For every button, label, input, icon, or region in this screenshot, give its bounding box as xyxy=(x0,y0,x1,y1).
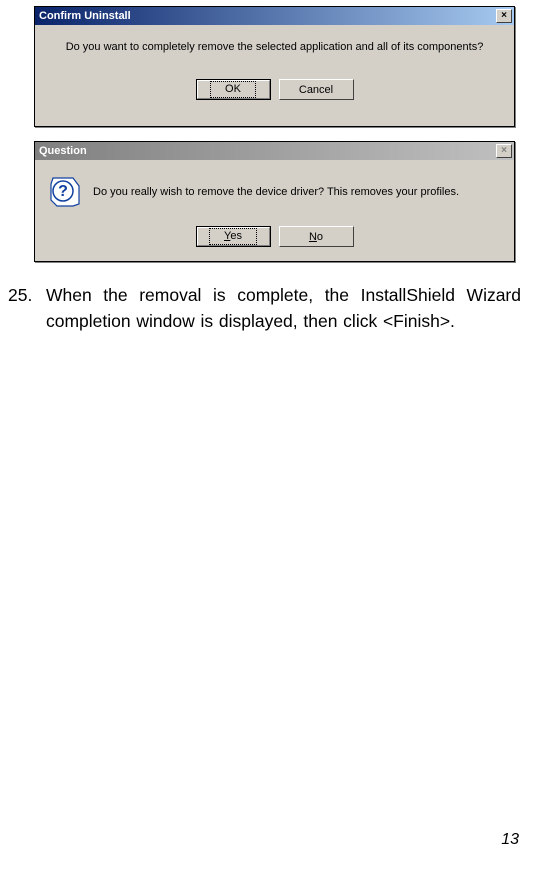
dialog-title: Confirm Uninstall xyxy=(39,10,496,22)
svg-text:?: ? xyxy=(58,183,68,200)
yes-button[interactable]: Yes xyxy=(196,226,271,247)
dialog-message: Do you really wish to remove the device … xyxy=(93,186,500,198)
close-icon[interactable]: × xyxy=(496,144,512,158)
no-button[interactable]: No xyxy=(279,226,354,247)
dialog-titlebar: Confirm Uninstall × xyxy=(35,7,514,25)
ok-button[interactable]: OK xyxy=(196,79,271,100)
dialog-message: Do you want to completely remove the sel… xyxy=(45,41,504,53)
question-icon: ? xyxy=(49,176,81,208)
close-icon[interactable]: × xyxy=(496,9,512,23)
question-dialog: Question × ? Do you really wish to remov… xyxy=(34,141,515,262)
instruction-step: 25. When the removal is complete, the In… xyxy=(0,276,549,335)
confirm-uninstall-dialog: Confirm Uninstall × Do you want to compl… xyxy=(34,6,515,127)
button-row: OK Cancel xyxy=(45,69,504,114)
cancel-button[interactable]: Cancel xyxy=(279,79,354,100)
dialog-titlebar: Question × xyxy=(35,142,514,160)
dialog-title: Question xyxy=(39,145,496,157)
step-number: 25. xyxy=(8,282,46,335)
step-text: When the removal is complete, the Instal… xyxy=(46,282,521,335)
button-row: Yes No xyxy=(35,216,514,261)
page-number: 13 xyxy=(501,831,519,849)
